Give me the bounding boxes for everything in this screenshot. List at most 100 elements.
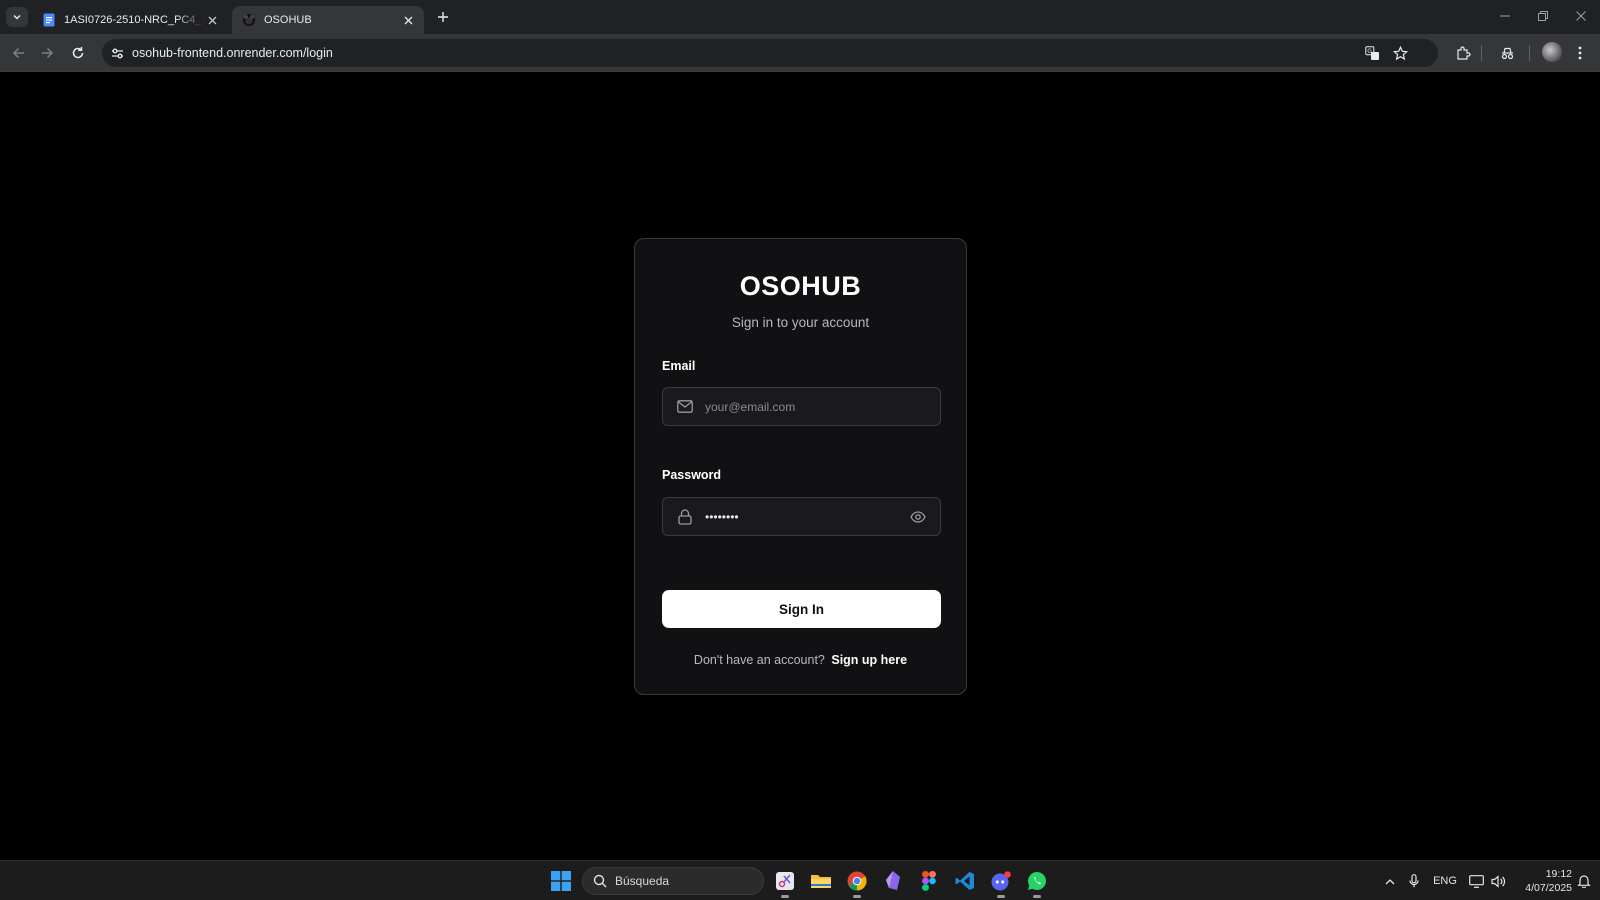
tune-icon [111, 48, 123, 58]
arrow-left-icon [12, 47, 24, 59]
taskbar-whatsapp[interactable] [1022, 866, 1052, 898]
signup-prompt-text: Don't have an account? [693, 653, 825, 667]
incognito-button[interactable] [1495, 41, 1519, 65]
tab-title: OSOHUB [264, 14, 312, 26]
osohub-icon [243, 14, 255, 26]
bookmark-button[interactable] [1388, 41, 1412, 65]
reload-button[interactable] [66, 41, 90, 65]
search-placeholder: Búsqueda [615, 874, 670, 888]
plus-icon [438, 12, 448, 22]
chrome-icon [847, 871, 867, 891]
profile-avatar[interactable] [1542, 42, 1562, 62]
email-label: Email [662, 359, 696, 373]
taskbar-obsidian[interactable] [878, 866, 908, 896]
star-icon [1392, 45, 1408, 60]
site-info-button[interactable] [104, 39, 130, 67]
chrome-menu-button[interactable] [1568, 41, 1592, 65]
toolbar-divider [1529, 45, 1530, 61]
email-input[interactable] [705, 399, 940, 414]
translate-icon: G [1364, 45, 1379, 60]
email-field[interactable] [662, 387, 941, 426]
tab-title: 1ASI0726-2510-NRC_PC4_Infor [64, 14, 204, 26]
docs-icon [43, 13, 55, 27]
windows-start-button[interactable] [546, 866, 576, 896]
clock-date: 4/07/2025 [1525, 882, 1572, 894]
tab-search-button[interactable] [6, 7, 28, 27]
arrow-right-icon [42, 47, 54, 59]
spy-icon [1501, 47, 1513, 59]
taskbar-vscode[interactable] [950, 866, 980, 896]
eye-icon [910, 510, 926, 523]
taskbar-discord[interactable] [986, 866, 1016, 898]
password-label: Password [662, 468, 722, 482]
vscode-icon [955, 872, 974, 890]
close-window-button[interactable] [1562, 0, 1600, 32]
password-field[interactable] [662, 497, 941, 536]
puzzle-icon [1456, 45, 1471, 60]
chevron-down-icon [13, 14, 21, 20]
translate-button[interactable]: G [1360, 41, 1384, 65]
extensions-button[interactable] [1451, 41, 1475, 65]
taskbar-snipping-tool[interactable] [770, 866, 800, 898]
running-indicator [1033, 895, 1041, 898]
password-input[interactable] [705, 509, 908, 524]
language-indicator[interactable]: ENG [1430, 869, 1460, 893]
toolbar-divider [1481, 45, 1482, 61]
mail-icon [677, 399, 693, 415]
sign-in-button[interactable]: Sign In [662, 590, 941, 628]
obsidian-icon [886, 871, 900, 890]
show-hidden-icons-button[interactable] [1380, 869, 1400, 893]
minimize-icon [1500, 15, 1510, 17]
running-indicator [781, 895, 789, 898]
figma-icon [922, 871, 936, 891]
monitor-network-icon [1468, 874, 1484, 888]
whatsapp-icon [1028, 872, 1046, 890]
discord-icon [991, 871, 1011, 891]
address-bar[interactable]: osohub-frontend.onrender.com/login G [102, 39, 1438, 67]
tab-osohub[interactable]: OSOHUB [232, 6, 424, 34]
taskbar-figma[interactable] [914, 866, 944, 896]
lock-icon [677, 508, 693, 525]
close-icon [208, 16, 216, 24]
close-tab-button[interactable] [204, 12, 220, 28]
file-explorer-icon [811, 875, 831, 888]
back-button[interactable] [7, 41, 31, 65]
restore-button[interactable] [1524, 0, 1562, 32]
windows-start-icon [551, 871, 571, 891]
close-tab-button[interactable] [400, 12, 416, 28]
reload-icon [72, 47, 84, 59]
brand-title: OSOHUB [739, 271, 862, 301]
restore-icon [1538, 11, 1548, 21]
taskbar-search[interactable]: Búsqueda [582, 867, 764, 895]
login-card: OSOHUB Sign in to your account Email Pas… [634, 238, 967, 695]
bell-icon [1577, 875, 1591, 888]
microphone-icon [1409, 874, 1419, 888]
new-tab-button[interactable] [432, 7, 454, 27]
network-button[interactable] [1466, 869, 1486, 893]
microphone-button[interactable] [1404, 869, 1424, 893]
taskbar-chrome[interactable] [842, 866, 872, 898]
snipping-tool-icon [776, 872, 794, 890]
browser-toolbar: osohub-frontend.onrender.com/login G [0, 34, 1600, 72]
minimize-button[interactable] [1486, 0, 1524, 32]
toggle-password-visibility-button[interactable] [908, 507, 928, 527]
system-clock[interactable]: 19:12 4/07/2025 [1510, 867, 1572, 895]
running-indicator [997, 895, 1005, 898]
tab-strip: 1ASI0726-2510-NRC_PC4_Infor OSOHUB [0, 0, 1600, 34]
tab-docs[interactable]: 1ASI0726-2510-NRC_PC4_Infor [32, 6, 228, 34]
more-vertical-icon [1578, 46, 1582, 60]
forward-button[interactable] [35, 41, 59, 65]
signup-link[interactable]: Sign up here [831, 653, 907, 667]
login-subtitle: Sign in to your account [731, 315, 870, 330]
signup-prompt: Don't have an account? Sign up here [635, 653, 966, 667]
url-text[interactable]: osohub-frontend.onrender.com/login [132, 46, 333, 60]
notifications-button[interactable] [1574, 869, 1594, 893]
chevron-up-icon [1385, 878, 1395, 884]
search-icon [593, 874, 607, 888]
taskbar-file-explorer[interactable] [806, 866, 836, 896]
running-indicator [853, 895, 861, 898]
speaker-icon [1490, 874, 1505, 888]
close-icon [404, 16, 412, 24]
volume-button[interactable] [1488, 869, 1508, 893]
svg-text:G: G [1367, 48, 1372, 55]
